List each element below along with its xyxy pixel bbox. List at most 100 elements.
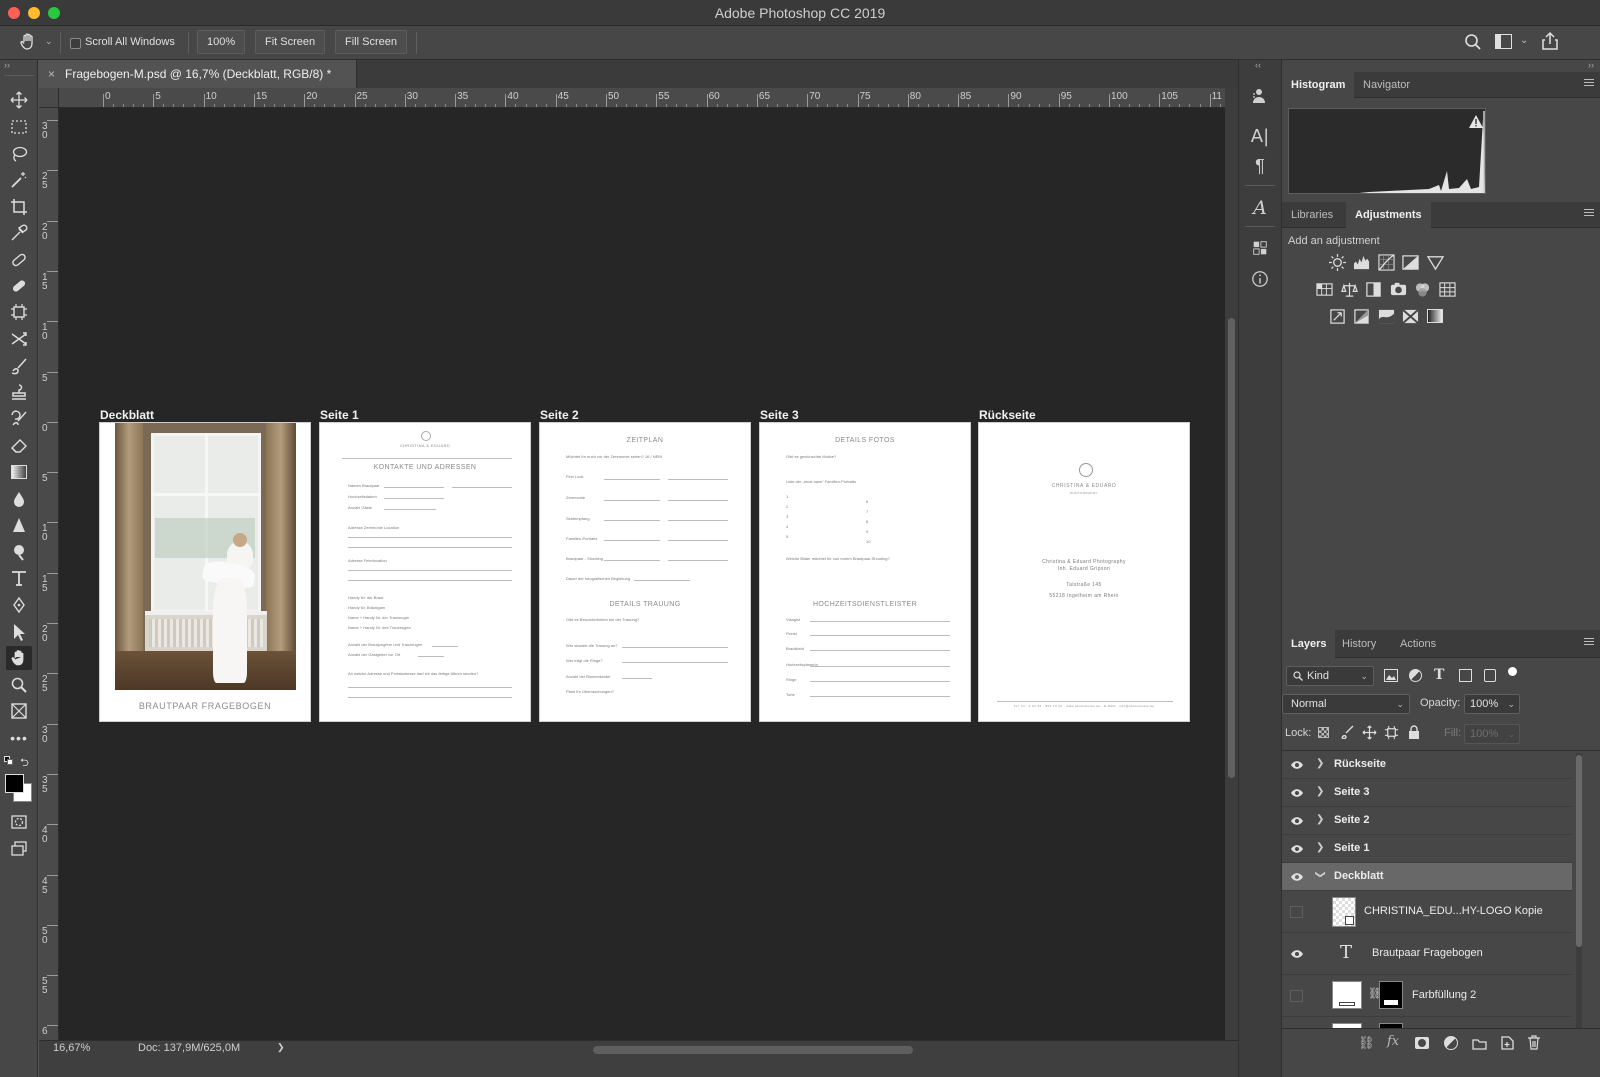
layer-row-deckblatt[interactable]: ❯ Deckblatt	[1282, 863, 1572, 891]
visibility-eye-icon[interactable]	[1290, 844, 1304, 854]
tab-libraries[interactable]: Libraries	[1282, 202, 1342, 228]
artboard-label-seite-2[interactable]: Seite 2	[540, 408, 579, 422]
horizontal-scroll-thumb[interactable]	[593, 1046, 913, 1054]
dodge-tool-icon[interactable]	[6, 540, 32, 564]
layer-row-seite-1[interactable]: ❯ Seite 1	[1282, 835, 1572, 863]
hue-saturation-icon[interactable]	[1314, 279, 1334, 299]
magic-wand-tool-icon[interactable]	[6, 168, 32, 192]
fit-screen-button[interactable]: Fit Screen	[255, 30, 326, 54]
marquee-tool-icon[interactable]	[6, 115, 32, 139]
character-panel-icon[interactable]: A|	[1247, 123, 1273, 149]
threshold-icon[interactable]	[1376, 306, 1396, 326]
ruler-origin[interactable]	[39, 88, 59, 108]
blend-mode-select[interactable]: Normal ⌄	[1282, 694, 1410, 714]
brightness-contrast-icon[interactable]	[1327, 252, 1347, 272]
artboard-deckblatt[interactable]: BRAUTPAAR FRAGEBOGEN	[99, 422, 311, 722]
filter-smart-objects-icon[interactable]	[1484, 669, 1496, 682]
layers-scrollbar[interactable]	[1576, 753, 1582, 1028]
frame-tool-icon[interactable]	[6, 699, 32, 723]
selective-color-icon[interactable]	[1400, 306, 1420, 326]
path-selection-tool-icon[interactable]	[6, 620, 32, 644]
tab-histogram[interactable]: Histogram	[1282, 72, 1355, 98]
status-menu-arrow[interactable]: ❯	[277, 1042, 285, 1053]
share-icon[interactable]	[1541, 31, 1559, 51]
lasso-tool-icon[interactable]	[6, 142, 32, 166]
lock-image-pixels-icon[interactable]	[1340, 725, 1354, 740]
properties-icon[interactable]	[1247, 84, 1273, 110]
move-tool-icon[interactable]	[6, 88, 32, 112]
sharpen-tool-icon[interactable]	[6, 513, 32, 537]
panel-menu-icon[interactable]	[1584, 638, 1594, 648]
fill-input[interactable]: 100% ⌄	[1464, 724, 1520, 744]
visibility-toggle-off[interactable]	[1290, 990, 1303, 1002]
filter-pixel-layers-icon[interactable]	[1384, 669, 1398, 682]
crop-tool-icon[interactable]	[6, 195, 32, 219]
warning-icon[interactable]	[1469, 115, 1483, 128]
delete-layer-icon[interactable]	[1528, 1035, 1540, 1050]
patch-tool-icon[interactable]	[6, 274, 32, 298]
blur-tool-icon[interactable]	[6, 487, 32, 511]
type-tool-icon[interactable]	[6, 566, 32, 590]
tab-actions[interactable]: Actions	[1391, 630, 1445, 658]
hand-tool-preset-icon[interactable]	[18, 32, 40, 52]
opacity-input[interactable]: 100% ⌄	[1464, 694, 1520, 714]
visibility-eye-icon[interactable]	[1290, 788, 1304, 798]
filter-toggle-icon[interactable]	[1508, 667, 1517, 676]
gradient-tool-icon[interactable]	[6, 460, 32, 484]
panel-menu-icon[interactable]	[1584, 79, 1594, 89]
add-mask-icon[interactable]	[1415, 1037, 1429, 1049]
new-layer-icon[interactable]	[1501, 1036, 1514, 1050]
black-white-icon[interactable]	[1363, 279, 1383, 299]
invert-icon[interactable]	[1327, 306, 1347, 326]
visibility-eye-icon[interactable]	[1290, 760, 1304, 770]
screen-mode-icon[interactable]	[6, 837, 32, 861]
artboard-seite-2[interactable]: ZEITPLAN Möchtet Ihr euch vor der Zeremo…	[539, 422, 751, 722]
add-layer-style-icon[interactable]: fx	[1387, 1034, 1399, 1049]
workspace-dropdown-icon[interactable]: ⌄	[1520, 35, 1528, 46]
canvas-area[interactable]: Deckblatt BRAUTPAAR FRAGEBOGEN Seite 1 C…	[59, 108, 1225, 1040]
photo-filter-icon[interactable]	[1388, 279, 1408, 299]
layer-row-rueckseite[interactable]: ❯ Rückseite	[1282, 751, 1572, 779]
layer-row-partial[interactable]	[1282, 1017, 1572, 1028]
artboard-label-seite-1[interactable]: Seite 1	[320, 408, 359, 422]
chevron-right-icon[interactable]: ❯	[1316, 758, 1324, 769]
visibility-eye-icon[interactable]	[1290, 816, 1304, 826]
fill-screen-button[interactable]: Fill Screen	[335, 30, 407, 54]
vertical-scroll-thumb[interactable]	[1228, 318, 1235, 778]
layer-filter-kind-select[interactable]: Kind ⌄	[1286, 666, 1374, 686]
hand-tool-icon[interactable]	[6, 646, 32, 670]
artboard-label-seite-3[interactable]: Seite 3	[760, 408, 799, 422]
tab-layers[interactable]: Layers	[1282, 630, 1336, 658]
layer-row-logo-kopie[interactable]: CHRISTINA_EDU...HY-LOGO Kopie	[1282, 891, 1572, 933]
swap-colors-icon[interactable]: ⮌	[20, 754, 29, 773]
quick-mask-icon[interactable]	[6, 810, 32, 834]
glyphs-panel-icon[interactable]: A	[1247, 195, 1273, 221]
canvas-vertical-scrollbar[interactable]	[1225, 88, 1238, 1040]
layer-row-brautpaar-fragebogen[interactable]: T Brautpaar Fragebogen	[1282, 933, 1572, 975]
lock-position-icon[interactable]	[1362, 725, 1377, 740]
more-tools-icon[interactable]: •••	[6, 726, 32, 750]
layer-row-seite-2[interactable]: ❯ Seite 2	[1282, 807, 1572, 835]
tool-preset-dropdown-icon[interactable]: ⌄	[45, 36, 53, 47]
layer-mask-thumbnail[interactable]	[1379, 981, 1403, 1009]
eraser-tool-icon[interactable]	[6, 433, 32, 457]
channel-mixer-icon[interactable]	[1412, 279, 1432, 299]
chevron-right-icon[interactable]: ❯	[1316, 814, 1324, 825]
content-aware-move-icon[interactable]	[6, 327, 32, 351]
tab-adjustments[interactable]: Adjustments	[1346, 202, 1431, 228]
artboard-tool-icon[interactable]	[6, 300, 32, 324]
visibility-toggle-off[interactable]	[1290, 906, 1303, 918]
exposure-icon[interactable]	[1400, 252, 1420, 272]
scroll-all-windows-checkbox[interactable]	[70, 38, 81, 49]
gradient-map-icon[interactable]	[1425, 306, 1445, 326]
levels-icon[interactable]	[1351, 252, 1371, 272]
zoom-tool-icon[interactable]	[6, 673, 32, 697]
close-document-icon[interactable]: ×	[48, 60, 55, 88]
paragraph-panel-icon[interactable]: ¶	[1247, 153, 1273, 179]
filter-adjustment-layers-icon[interactable]	[1409, 669, 1422, 682]
info-icon[interactable]	[1247, 266, 1273, 292]
history-brush-tool-icon[interactable]	[6, 407, 32, 431]
chevron-right-icon[interactable]: ❯	[1316, 786, 1324, 797]
vertical-ruler[interactable]: 30 25 20 15 10 5 0 5 10 15 20 25 30 35 40 45 50 55 6	[39, 108, 59, 1040]
new-adjustment-layer-icon[interactable]	[1444, 1036, 1458, 1050]
